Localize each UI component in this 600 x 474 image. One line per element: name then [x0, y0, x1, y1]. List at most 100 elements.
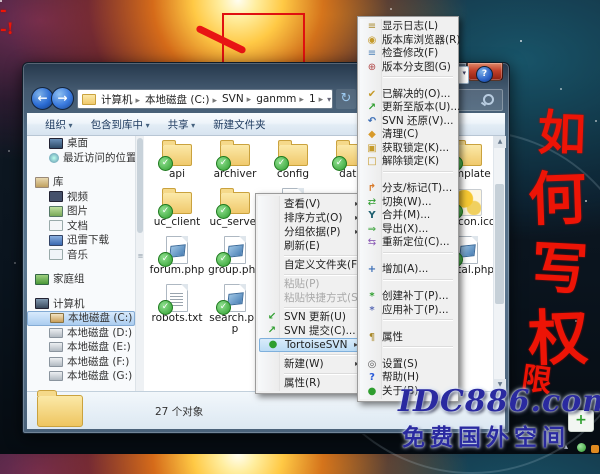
sidebar-item[interactable]: 音乐 — [27, 248, 135, 263]
file-name: uc_client — [154, 217, 201, 228]
context-menu-item[interactable]: 自定义文件夹(F)... — [259, 258, 363, 272]
refresh-button[interactable]: ↻ — [336, 89, 356, 109]
sidebar-item[interactable]: 迅雷下载 — [27, 233, 135, 248]
submenu-item[interactable]: Y 合并(M)... — [361, 209, 455, 223]
menu-item-label: SVN 更新(U) — [284, 311, 346, 323]
context-menu-item[interactable]: 排序方式(O) ▸ — [259, 211, 363, 225]
sidebar-item[interactable]: 本地磁盘 (F:) — [27, 355, 135, 370]
sidebar-item[interactable]: 文档 — [27, 219, 135, 234]
submenu-item[interactable] — [361, 277, 455, 291]
submenu-item[interactable]: ↗ 更新至版本(U)... — [361, 101, 455, 115]
menu-item-label: 分支/标记(T)... — [382, 182, 452, 194]
breadcrumb[interactable]: 计算机本地磁盘 (C:)SVNganmm1 ▾ — [77, 89, 333, 109]
submenu-item[interactable]: ⇒ 导出(X)... — [361, 223, 455, 237]
file-item[interactable]: ✓ api — [148, 138, 206, 186]
submenu-item[interactable] — [361, 74, 455, 88]
sidebar-item[interactable]: 本地磁盘 (E:) — [27, 340, 135, 355]
svn-check-icon: ✓ — [158, 300, 173, 315]
file-icon: ✓ — [161, 140, 193, 168]
file-icon: ✓ — [219, 140, 251, 168]
submenu-item[interactable]: ¶ 属性 — [361, 331, 455, 345]
breadcrumb-dropdown-icon[interactable]: ▾ — [327, 95, 331, 104]
menu-item-icon: * — [365, 304, 379, 318]
context-menu-item[interactable]: ● TortoiseSVN ▸ — [259, 338, 363, 352]
submenu-item[interactable]: ▣ 获取锁定(K)... — [361, 142, 455, 156]
context-menu-item[interactable]: 刷新(E) — [259, 239, 363, 253]
file-scrollbar[interactable]: ▲ ▼ — [493, 136, 505, 391]
sidebar-item-label: 本地磁盘 (D:) — [67, 326, 132, 341]
submenu-item[interactable]: ≡ 检查修改(F) — [361, 47, 455, 61]
help-button[interactable]: ? — [476, 66, 493, 83]
submenu-item[interactable]: ⇆ 重新定位(C)... — [361, 236, 455, 250]
menu-item-icon: + — [365, 263, 379, 277]
tray-green-icon[interactable] — [577, 443, 586, 452]
sidebar-scrollbar-thumb[interactable] — [137, 138, 143, 233]
submenu-item[interactable]: ↶ SVN 还原(V)... — [361, 115, 455, 129]
submenu-item[interactable]: ⊕ 版本分支图(G) — [361, 61, 455, 75]
submenu-item[interactable]: ≡ 显示日志(L) — [361, 20, 455, 34]
submenu-item[interactable]: ⇄ 切换(W)... — [361, 196, 455, 210]
sidebar-item[interactable]: 本地磁盘 (G:) — [27, 369, 135, 384]
breadcrumb-segment[interactable]: 本地磁盘 (C:) — [144, 92, 221, 107]
menu-item-icon: ⇒ — [365, 223, 379, 237]
tray-orange-icon[interactable] — [591, 445, 599, 453]
context-menu-item[interactable]: 新建(W) ▸ — [259, 357, 363, 371]
submenu-item[interactable]: * 应用补丁(P)... — [361, 304, 455, 318]
submenu-item[interactable]: + 增加(A)... — [361, 263, 455, 277]
sidebar-scrollbar[interactable]: ≡ — [135, 136, 144, 391]
toolbar-button[interactable]: 包含到库中 — [91, 117, 150, 132]
toolbar-button[interactable]: 共享 — [168, 117, 196, 132]
sidebar-item[interactable]: 本地磁盘 (D:) — [27, 326, 135, 341]
context-menu-item[interactable]: 属性(R) — [259, 376, 363, 390]
menu-item-label: 更新至版本(U)... — [382, 101, 460, 113]
context-menu-item[interactable]: 分组依据(P) ▸ — [259, 225, 363, 239]
submenu-item[interactable]: ✔ 已解决的(O)... — [361, 88, 455, 102]
sidebar-item[interactable]: 家庭组 — [27, 272, 135, 287]
submenu-item[interactable] — [361, 250, 455, 264]
submenu-item[interactable]: □ 解除锁定(K) — [361, 155, 455, 169]
file-item[interactable]: ✓ uc_client — [148, 186, 206, 234]
annotation-rectangle — [222, 13, 305, 67]
sidebar-item[interactable]: 桌面 — [27, 136, 135, 151]
submenu-item[interactable]: ◎ 设置(S) — [361, 358, 455, 372]
context-menu-item[interactable]: 查看(V) ▸ — [259, 197, 363, 211]
context-menu-item[interactable]: 粘贴(P) — [259, 277, 363, 291]
submenu-item[interactable]: ? 帮助(H) — [361, 371, 455, 385]
context-menu-item[interactable]: 粘贴快捷方式(S) — [259, 291, 363, 305]
sidebar-item-label: 最近访问的位置 — [63, 151, 135, 166]
menu-item-label: 分组依据(P) — [284, 226, 341, 238]
submenu-item[interactable]: ◉ 版本库浏览器(R) — [361, 34, 455, 48]
menu-item-label: 属性 — [382, 331, 403, 343]
menu-item-label: 增加(A)... — [382, 263, 428, 275]
context-menu-item[interactable]: ↗ SVN 提交(C)... — [259, 324, 363, 338]
sidebar-item[interactable]: 视频 — [27, 190, 135, 205]
menu-item-icon: ✔ — [365, 88, 379, 102]
breadcrumb-segment[interactable]: 1 — [308, 93, 327, 105]
sidebar-item[interactable]: 最近访问的位置 — [27, 151, 135, 166]
breadcrumb-segment[interactable]: SVN — [221, 93, 255, 105]
submenu-item[interactable] — [361, 169, 455, 183]
menu-item-label: 创建补丁(P)... — [382, 290, 449, 302]
file-item[interactable]: ✓ config — [264, 138, 322, 186]
toolbar-button[interactable]: 组织 — [45, 117, 73, 132]
toolbar-button[interactable]: 新建文件夹 — [213, 117, 266, 132]
submenu-item[interactable] — [361, 317, 455, 331]
sidebar-item[interactable]: 库 — [27, 175, 135, 190]
submenu-item[interactable] — [361, 344, 455, 358]
forward-button[interactable]: → — [51, 87, 74, 110]
breadcrumb-segment[interactable]: 计算机 — [100, 92, 144, 107]
submenu-item[interactable]: ◆ 清理(C) — [361, 128, 455, 142]
sidebar-item[interactable]: 本地磁盘 (C:) — [27, 311, 135, 326]
file-item[interactable]: ✓ archiver — [206, 138, 264, 186]
sidebar-item[interactable]: 计算机 — [27, 297, 135, 312]
scroll-up-icon[interactable]: ▲ — [494, 136, 506, 148]
file-scrollbar-thumb[interactable] — [495, 184, 504, 304]
file-item[interactable]: ✓ forum.php — [148, 234, 206, 282]
submenu-item[interactable]: ↱ 分支/标记(T)... — [361, 182, 455, 196]
sidebar-item[interactable]: 图片 — [27, 204, 135, 219]
menu-item-icon: ↶ — [365, 115, 379, 129]
submenu-item[interactable]: * 创建补丁(P)... — [361, 290, 455, 304]
context-menu-item[interactable]: ↙ SVN 更新(U) — [259, 310, 363, 324]
file-item[interactable]: ✓ robots.txt — [148, 282, 206, 330]
breadcrumb-segment[interactable]: ganmm — [255, 93, 308, 105]
